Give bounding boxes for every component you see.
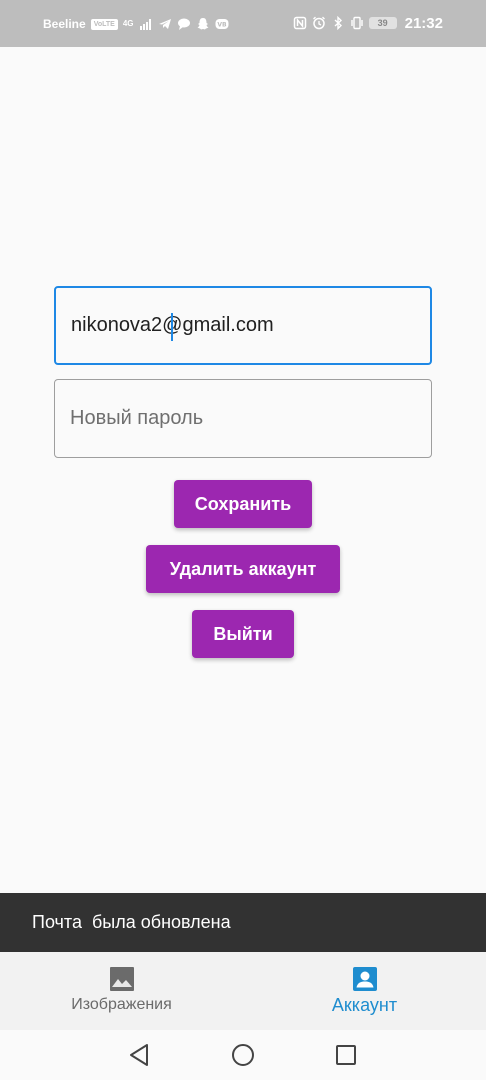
recent-square-icon: [336, 1045, 356, 1065]
snackbar: Почта была обновлена: [0, 893, 486, 952]
tab-images[interactable]: Изображения: [0, 952, 243, 1030]
snackbar-message: Почта была обновлена: [32, 912, 231, 932]
clock: 21:32: [404, 14, 443, 32]
save-button[interactable]: Сохранить: [174, 480, 312, 528]
account-box-icon: [352, 967, 377, 991]
status-bar-right: 39 21:32: [293, 13, 443, 33]
vk-icon: VB: [215, 17, 229, 31]
logout-button[interactable]: Выйти: [192, 610, 294, 658]
network-type: 4G: [122, 19, 134, 28]
vibrate-icon: [350, 16, 364, 30]
carrier-name: Beeline: [43, 17, 86, 31]
email-input[interactable]: [71, 288, 416, 363]
signal-icon: [139, 17, 153, 31]
status-bar-left: Beeline VoLTE 4G VB: [43, 14, 229, 34]
alarm-icon: [312, 16, 326, 30]
system-navigation-bar: [0, 1030, 486, 1080]
new-password-input[interactable]: [70, 380, 415, 457]
home-button[interactable]: [230, 1042, 256, 1068]
tab-account[interactable]: Аккаунт: [243, 952, 486, 1030]
recent-apps-button[interactable]: [333, 1042, 359, 1068]
bluetooth-icon: [331, 16, 345, 30]
back-triangle-icon: [130, 1044, 148, 1066]
telegram-icon: [158, 17, 172, 31]
tab-account-label: Аккаунт: [331, 995, 398, 1015]
nfc-icon: [293, 16, 307, 30]
battery-indicator: 39: [368, 17, 397, 29]
bottom-navigation: Изображения Аккаунт: [0, 952, 486, 1030]
chat-bubble-icon: [177, 17, 191, 31]
image-icon: [109, 967, 134, 991]
back-button[interactable]: [127, 1042, 153, 1068]
email-field[interactable]: [54, 286, 432, 365]
home-circle-icon: [232, 1044, 254, 1066]
svg-text:VB: VB: [217, 22, 227, 29]
tab-images-label: Изображения: [71, 996, 172, 1013]
snapchat-icon: [196, 17, 210, 31]
volte-badge: VoLTE: [90, 18, 118, 30]
password-field[interactable]: [54, 379, 432, 458]
status-bar: Beeline VoLTE 4G VB 39 21:32: [0, 0, 486, 47]
delete-account-button[interactable]: Удалить аккаунт: [146, 545, 340, 593]
